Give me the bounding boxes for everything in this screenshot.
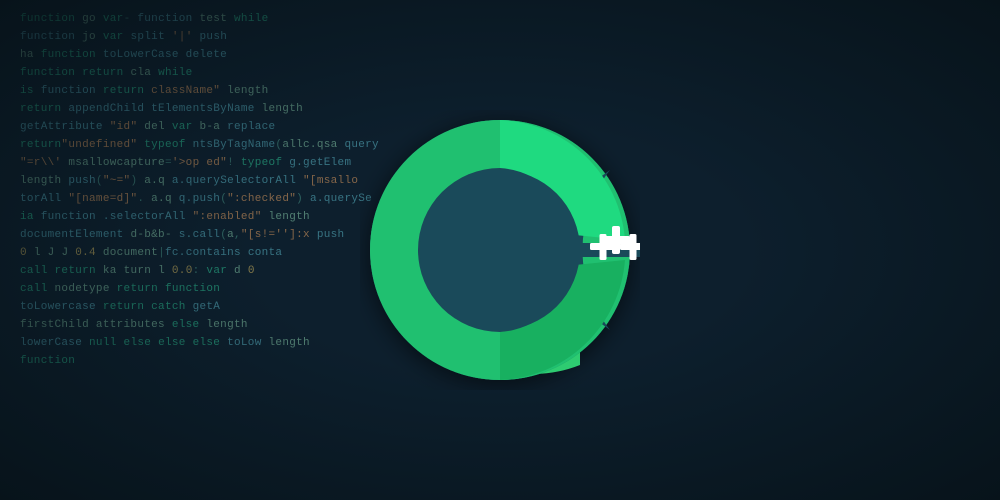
code-line: ha function toLowerCase delete [20,46,980,64]
code-line: function jo var split '|' push [20,28,980,46]
code-line: is function return className" length [20,82,980,100]
cpp-logo-svg [360,110,640,390]
code-line: function return cla while [20,64,980,82]
code-line: function go var- function test while [20,10,980,28]
cpp-logo [360,110,640,390]
